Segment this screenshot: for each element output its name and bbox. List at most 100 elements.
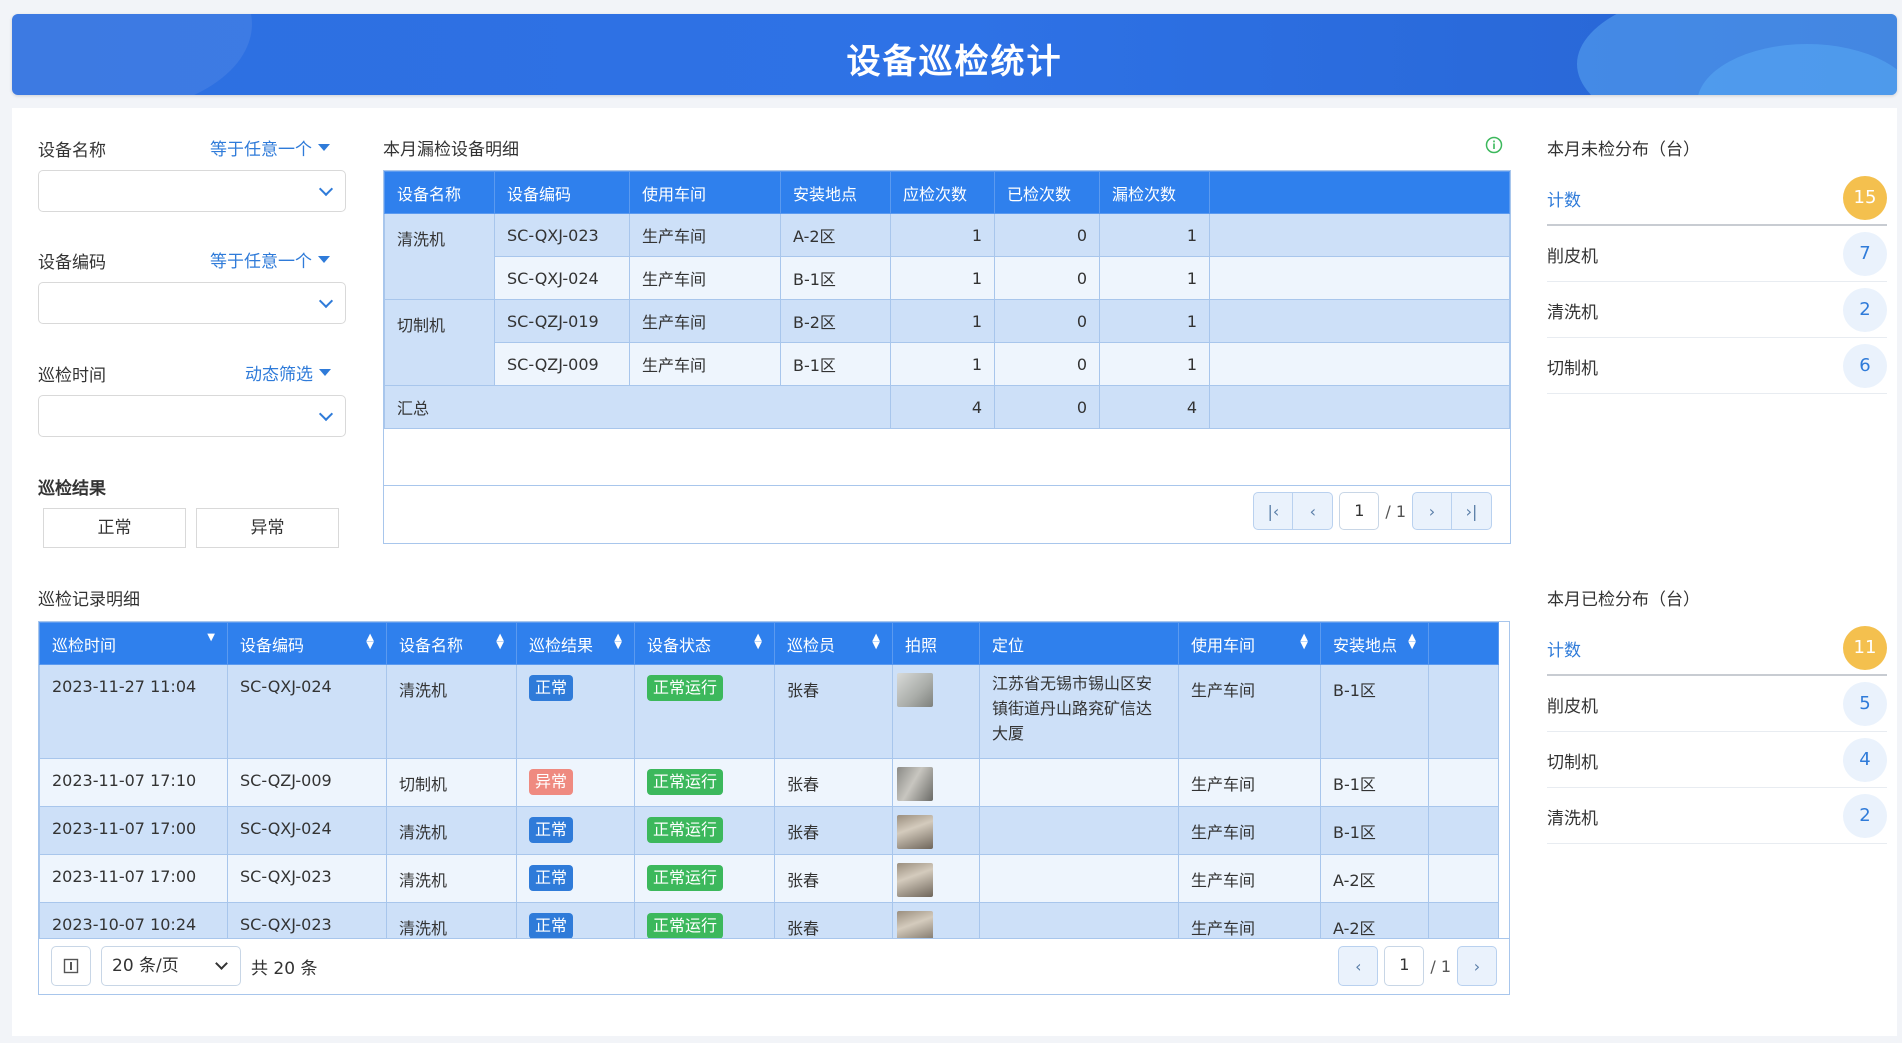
cell-status: 正常运行	[634, 664, 775, 759]
item-name: 切制机	[1547, 359, 1598, 379]
table-cell: SC-QZJ-009	[494, 342, 630, 386]
table-cell: 生产车间	[629, 256, 781, 300]
cell-code: SC-QXJ-023	[227, 854, 387, 903]
result-tag: 正常	[529, 675, 574, 701]
result-abnormal-button[interactable]: 异常	[196, 508, 339, 548]
table-cell: 1	[1099, 213, 1210, 257]
header-label: 巡检时间	[52, 635, 117, 655]
filter-mode-text: 等于任意一个	[210, 252, 312, 272]
filter-mode-device-code[interactable]: 等于任意一个	[210, 247, 330, 272]
cell-inspector: 张春	[774, 854, 893, 903]
photo-thumbnail[interactable]	[897, 767, 933, 801]
column-header-status[interactable]: 设备状态 ▲ ▼	[634, 622, 775, 665]
page-size-select[interactable]: 20 条/页	[101, 946, 241, 986]
prev-page-button[interactable]: ‹	[1293, 492, 1334, 530]
table-cell-filler	[1209, 342, 1510, 386]
page-number-input[interactable]: 1	[1384, 946, 1425, 986]
column-header: 使用车间	[629, 171, 781, 214]
cell-result: 异常	[516, 758, 635, 807]
sort-icon: ▲ ▼	[872, 631, 880, 651]
cell-site: A-2区	[1320, 902, 1429, 938]
cell-status: 正常运行	[634, 854, 775, 903]
records-scroll-area[interactable]: 巡检时间 ▼ 设备编码 ▲ ▼ 设备名称 ▲ ▼ 巡检结果 ▲ ▼ 设备状态 ▲ ▼ 巡检员 ▲ ▼ …	[39, 622, 1509, 938]
column-header-result[interactable]: 巡检结果 ▲ ▼	[516, 622, 635, 665]
photo-thumbnail[interactable]	[897, 911, 933, 938]
filter-mode-inspect-time[interactable]: 动态筛选	[245, 360, 331, 385]
next-page-button[interactable]: ›	[1412, 492, 1452, 530]
info-icon[interactable]	[1485, 136, 1503, 154]
status-tag: 正常运行	[647, 769, 724, 795]
table-cell: 生产车间	[629, 213, 781, 257]
group-name-cell: 切制机	[384, 299, 495, 386]
pager-next-group: › ›|	[1412, 492, 1492, 530]
table-cell: 1	[890, 342, 995, 386]
count-label: 计数	[1547, 191, 1581, 211]
unchecked-title: 本月未检分布（台）	[1547, 140, 1700, 160]
column-header-photo: 拍照	[892, 622, 980, 665]
table-row[interactable]: 2023-11-07 17:00 SC-QXJ-024 清洗机 正常 正常运行 …	[39, 806, 1499, 855]
caret-down-icon	[319, 369, 331, 376]
device-code-select[interactable]	[38, 282, 346, 324]
table-cell-filler	[1428, 664, 1499, 759]
table-cell: SC-QXJ-023	[494, 213, 630, 257]
inspect-time-select[interactable]	[38, 395, 346, 437]
cell-code: SC-QXJ-023	[227, 902, 387, 938]
status-tag: 正常运行	[647, 675, 724, 701]
cell-code: SC-QXJ-024	[227, 664, 387, 759]
cell-photo	[892, 664, 980, 759]
column-header-inspector[interactable]: 巡检员 ▲ ▼	[774, 622, 893, 665]
status-tag: 正常运行	[647, 817, 724, 843]
column-header-code[interactable]: 设备编码 ▲ ▼	[227, 622, 387, 665]
photo-thumbnail[interactable]	[897, 673, 933, 707]
filter-mode-device-name[interactable]: 等于任意一个	[210, 135, 330, 160]
table-cell-filler	[1428, 806, 1499, 855]
photo-thumbnail[interactable]	[897, 815, 933, 849]
cell-location	[979, 806, 1179, 855]
chevron-right-icon: ›	[1428, 501, 1436, 521]
column-header-time[interactable]: 巡检时间 ▼	[39, 622, 228, 665]
header-label: 设备名称	[399, 635, 464, 655]
table-header-row: 巡检时间 ▼ 设备编码 ▲ ▼ 设备名称 ▲ ▼ 巡检结果 ▲ ▼ 设备状态 ▲ ▼ 巡检员 ▲ ▼ …	[39, 622, 1499, 665]
cell-site: B-1区	[1320, 664, 1429, 759]
table-row[interactable]: 2023-11-07 17:10 SC-QZJ-009 切制机 异常 正常运行 …	[39, 758, 1499, 807]
cell-result: 正常	[516, 902, 635, 938]
page-number-input[interactable]: 1	[1339, 492, 1380, 530]
table-cell: 0	[994, 213, 1100, 257]
list-item: 切制机 4	[1547, 732, 1887, 788]
cell-inspector: 张春	[774, 902, 893, 938]
result-tag: 正常	[529, 913, 574, 938]
cell-result: 正常	[516, 806, 635, 855]
item-count: 4	[1843, 738, 1887, 782]
cell-photo	[892, 806, 980, 855]
next-page-button[interactable]: ›	[1457, 946, 1497, 986]
list-item: 清洗机 2	[1547, 788, 1887, 844]
last-page-button[interactable]: ›|	[1452, 492, 1492, 530]
table-cell: 生产车间	[629, 299, 781, 343]
device-name-select[interactable]	[38, 170, 346, 212]
table-row[interactable]: 2023-11-07 17:00 SC-QXJ-023 清洗机 正常 正常运行 …	[39, 854, 1499, 903]
column-header: 安装地点	[780, 171, 891, 214]
main-panel: 设备名称 等于任意一个 设备编码 等于任意一个 巡检时间 动态筛选 巡检结果 正…	[12, 108, 1897, 1036]
column-header: 应检次数	[890, 171, 995, 214]
first-page-icon: |‹	[1267, 501, 1280, 521]
table-cell: 0	[994, 256, 1100, 300]
chevron-down-icon	[318, 406, 334, 422]
sort-icon: ▲ ▼	[366, 631, 374, 651]
first-page-button[interactable]: |‹	[1253, 492, 1294, 530]
column-settings-button[interactable]	[51, 946, 91, 986]
filter-label-device-code: 设备编码	[38, 253, 106, 273]
item-count: 2	[1843, 288, 1887, 332]
cell-name: 清洗机	[386, 902, 517, 938]
column-header-site[interactable]: 安装地点 ▲ ▼	[1320, 622, 1429, 665]
unchecked-list: 计数 15 削皮机 7 清洗机 2 切制机 6	[1547, 170, 1887, 400]
table-cell-filler	[1209, 256, 1510, 300]
photo-thumbnail[interactable]	[897, 863, 933, 897]
column-header-workshop[interactable]: 使用车间 ▲ ▼	[1178, 622, 1321, 665]
column-header-name[interactable]: 设备名称 ▲ ▼	[386, 622, 517, 665]
prev-page-button[interactable]: ‹	[1338, 946, 1379, 986]
list-item: 削皮机 5	[1547, 676, 1887, 732]
result-normal-button[interactable]: 正常	[43, 508, 186, 548]
table-row[interactable]: 2023-11-27 11:04 SC-QXJ-024 清洗机 正常 正常运行 …	[39, 664, 1499, 759]
table-row[interactable]: 2023-10-07 10:24 SC-QXJ-023 清洗机 正常 正常运行 …	[39, 902, 1499, 938]
column-header: 已检次数	[994, 171, 1100, 214]
